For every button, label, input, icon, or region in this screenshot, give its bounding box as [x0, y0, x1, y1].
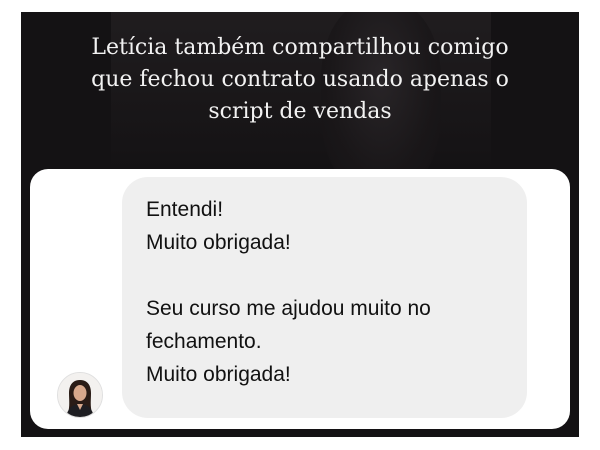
- story-frame: Letícia também compartilhou comigo que f…: [21, 12, 579, 437]
- message-line-3: Seu curso me ajudou muito no: [146, 297, 431, 320]
- message-line-2: Muito obrigada!: [146, 231, 291, 254]
- message-line-4: fechamento.: [146, 330, 262, 353]
- caption-line-2: que fechou contrato usando apenas o: [91, 67, 509, 92]
- message-line-5: Muito obrigada!: [146, 363, 291, 386]
- message-bubble[interactable]: Entendi! Muito obrigada! Seu curso me aj…: [122, 177, 527, 418]
- caption-line-3: script de vendas: [208, 99, 392, 124]
- user-avatar-icon: [58, 373, 102, 417]
- story-caption: Letícia também compartilhou comigo que f…: [21, 32, 579, 128]
- avatar[interactable]: [57, 372, 103, 418]
- chat-screenshot-card: Entendi! Muito obrigada! Seu curso me aj…: [30, 169, 570, 429]
- message-line-1: Entendi!: [146, 198, 224, 221]
- caption-line-1: Letícia também compartilhou comigo: [91, 35, 509, 60]
